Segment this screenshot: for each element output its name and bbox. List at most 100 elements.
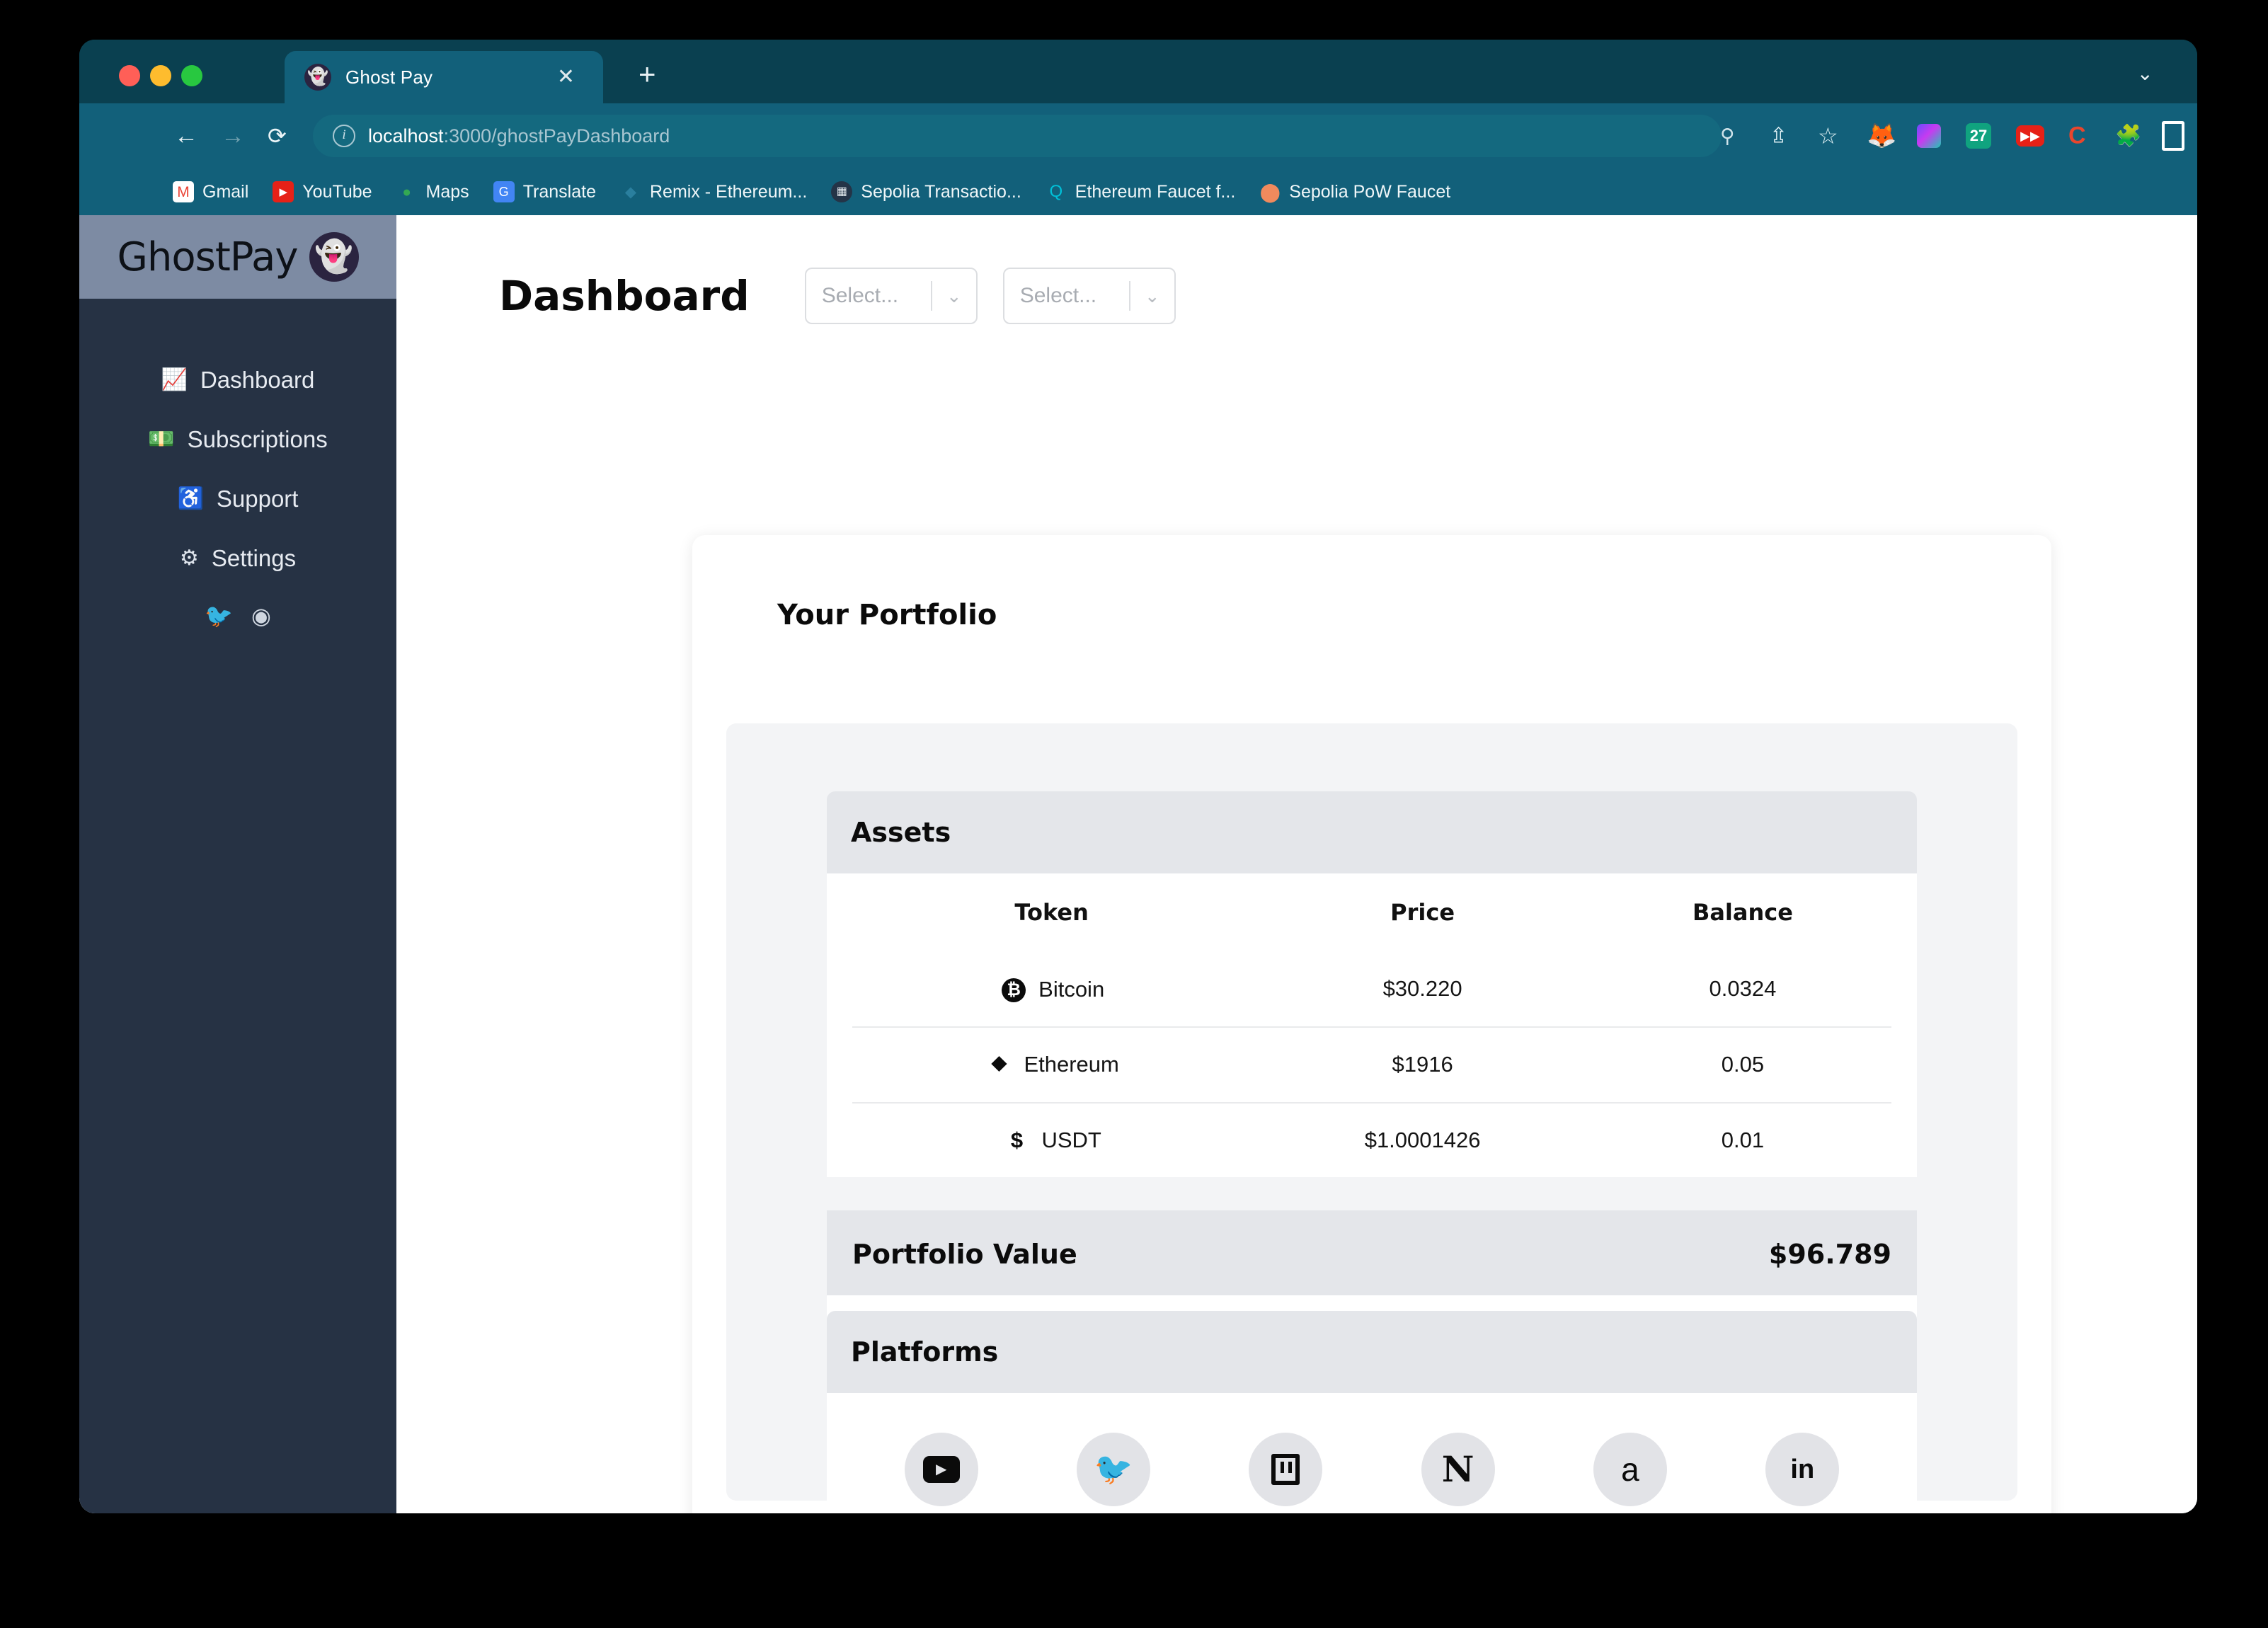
token-cell: $ USDT: [1002, 1128, 1101, 1153]
column-header-price: Price: [1390, 899, 1455, 926]
translate-icon: G: [493, 181, 515, 202]
chevron-down-icon[interactable]: ⌄: [2137, 64, 2153, 84]
balance-cell: 0.01: [1593, 1101, 1891, 1177]
sidebar-nav: 📈 Dashboard 💵 Subscriptions ♿ Support ⚙ …: [79, 367, 396, 627]
bookmark-sepolia-transactions[interactable]: ▦ Sepolia Transactio...: [831, 181, 1021, 202]
bookmark-maps[interactable]: ● Maps: [396, 181, 469, 202]
platform-twitter[interactable]: 🐦 Twitter Subscribed: [1046, 1433, 1181, 1513]
platforms-section: Platforms ▶ Youtube Subscribed 🐦 Twitter…: [827, 1311, 1917, 1513]
reload-icon[interactable]: ⟳: [268, 125, 287, 147]
pow-faucet-drop-icon: ⬤: [1259, 181, 1281, 202]
side-panel-icon[interactable]: [2162, 121, 2184, 151]
portfolio-heading: Your Portfolio: [777, 599, 997, 631]
sidebar-item-label: Settings: [211, 545, 297, 571]
balance-cell: 0.05: [1593, 1026, 1891, 1103]
youtube-icon: ▶: [904, 1433, 978, 1506]
coinbase-icon[interactable]: C: [2068, 122, 2086, 150]
remix-ethereum-icon: ◆: [624, 183, 637, 200]
youtube-extension-icon[interactable]: ▶▶: [2016, 125, 2044, 147]
bookmarks-bar: M Gmail ▶ YouTube ● Maps G Translate ◆ R…: [79, 168, 2197, 215]
headset-icon: ♿: [177, 487, 204, 510]
firefox-metamask-icon[interactable]: 🦊: [1867, 122, 1896, 150]
price-cell: $30.220: [1382, 976, 1462, 1001]
price-cell: $1.0001426: [1251, 1101, 1594, 1177]
portfolio-panel: Assets Token Price Balance ₿ Bitcoin $30…: [726, 723, 2017, 1513]
brand-header[interactable]: GhostPay 👻: [79, 215, 396, 299]
bookmark-label: Sepolia Transactio...: [861, 181, 1021, 202]
gear-icon: ⚙: [179, 546, 199, 570]
window-close-button[interactable]: [119, 65, 140, 86]
address-bar[interactable]: i localhost:3000/ghostPayDashboard: [313, 115, 1722, 157]
key-icon[interactable]: ⚲: [1720, 125, 1735, 148]
table-row: $ USDT $1.0001426 0.01: [852, 1101, 1891, 1177]
token-cell: ₿ Bitcoin: [999, 977, 1104, 1002]
rainbow-wallet-icon[interactable]: [1917, 124, 1941, 148]
share-icon[interactable]: ⇫: [1770, 124, 1787, 149]
browser-tab-ghost-pay[interactable]: 👻 Ghost Pay ✕: [285, 51, 603, 103]
github-icon[interactable]: ◉: [251, 604, 271, 627]
platform-youtube[interactable]: ▶ Youtube Subscribed: [874, 1433, 1009, 1513]
browser-window: 👻 Ghost Pay ✕ + ⌄ ← → ⟳ i localhost:3000…: [79, 40, 2197, 1513]
bookmark-ethereum-faucet[interactable]: Q Ethereum Faucet f...: [1046, 181, 1236, 202]
table-row: ⯁ Ethereum $1916 0.05: [852, 1026, 1891, 1103]
bookmark-remix-ethereum[interactable]: ◆ Remix - Ethereum...: [620, 181, 807, 202]
window-minimize-button[interactable]: [150, 65, 171, 86]
portfolio-value-label: Portfolio Value: [852, 1239, 1077, 1270]
platform-amazon[interactable]: a Amazon Subscribe: [1563, 1433, 1697, 1513]
select-dropdown-1[interactable]: Select... ⌄: [804, 268, 978, 324]
bookmark-youtube[interactable]: ▶ YouTube: [273, 181, 372, 202]
linkedin-icon: in: [1765, 1433, 1840, 1506]
sidebar-item-support[interactable]: ♿ Support: [79, 486, 396, 512]
assets-table: Token Price Balance ₿ Bitcoin $30.220 0.…: [852, 873, 1891, 1177]
platform-twitch[interactable]: Twitch Subscribe: [1218, 1433, 1353, 1513]
sidebar-item-settings[interactable]: ⚙ Settings: [79, 545, 396, 572]
table-row: ₿ Bitcoin $30.220 0.0324: [852, 951, 1891, 1027]
page-header: Dashboard Select... ⌄ Select... ⌄: [396, 215, 2197, 324]
chevron-down-icon[interactable]: ⌄: [1130, 287, 1174, 305]
url-path: :3000/ghostPayDashboard: [443, 125, 670, 147]
close-icon[interactable]: ✕: [557, 67, 575, 88]
calendar-27-icon[interactable]: 27: [1966, 123, 1991, 149]
chevron-down-icon[interactable]: ⌄: [932, 287, 976, 305]
platform-netflix[interactable]: N Netflix Subscribe: [1391, 1433, 1525, 1513]
forward-icon[interactable]: →: [221, 124, 245, 148]
select-dropdown-2[interactable]: Select... ⌄: [1002, 268, 1176, 324]
bookmark-label: Ethereum Faucet f...: [1075, 181, 1236, 202]
assets-section-title: Assets: [827, 791, 1917, 873]
app-sidebar: GhostPay 👻 📈 Dashboard 💵 Subscriptions ♿…: [79, 215, 396, 1513]
bitcoin-icon: ₿: [999, 977, 1029, 1002]
browser-toolbar: ← → ⟳ i localhost:3000/ghostPayDashboard…: [79, 103, 2197, 168]
bookmark-label: Translate: [522, 181, 596, 202]
bookmark-label: Maps: [425, 181, 469, 202]
back-icon[interactable]: ←: [174, 124, 198, 148]
bookmark-sepolia-pow-faucet[interactable]: ⬤ Sepolia PoW Faucet: [1259, 181, 1450, 202]
maps-icon: ●: [402, 183, 411, 200]
sidebar-item-label: Support: [216, 486, 299, 512]
bookmark-gmail[interactable]: M Gmail: [173, 181, 248, 202]
window-maximize-button[interactable]: [181, 65, 202, 86]
twitch-icon: [1249, 1433, 1323, 1506]
bookmark-translate[interactable]: G Translate: [493, 181, 596, 202]
ethereum-icon: ⯁: [990, 1052, 1008, 1077]
bookmark-label: Sepolia PoW Faucet: [1289, 181, 1451, 202]
site-info-icon[interactable]: i: [333, 125, 355, 147]
sidebar-item-dashboard[interactable]: 📈 Dashboard: [79, 367, 396, 394]
netflix-icon: N: [1421, 1433, 1495, 1506]
column-header-token: Token: [1014, 899, 1089, 926]
new-tab-button[interactable]: +: [638, 59, 656, 89]
puzzle-extensions-icon[interactable]: 🧩: [2115, 124, 2141, 149]
token-cell: ⯁ Ethereum: [984, 1052, 1119, 1077]
sidebar-item-subscriptions[interactable]: 💵 Subscriptions: [79, 426, 396, 453]
platform-linkedin[interactable]: in Linkedin Subscribe: [1735, 1433, 1869, 1513]
tab-strip: 👻 Ghost Pay ✕ + ⌄: [79, 40, 2197, 103]
quicknode-faucet-icon: Q: [1049, 182, 1063, 201]
assets-table-wrapper: Token Price Balance ₿ Bitcoin $30.220 0.…: [827, 873, 1917, 1177]
sidebar-social-links: 🐦 ◉: [79, 604, 396, 627]
twitter-icon[interactable]: 🐦: [205, 604, 233, 627]
token-name: USDT: [1041, 1127, 1101, 1152]
select-value: Select...: [821, 284, 899, 307]
ghost-icon: 👻: [304, 64, 331, 91]
youtube-icon: ▶: [273, 181, 294, 202]
star-icon[interactable]: ☆: [1818, 122, 1838, 149]
platforms-list: ▶ Youtube Subscribed 🐦 Twitter Subscribe…: [827, 1393, 1917, 1513]
